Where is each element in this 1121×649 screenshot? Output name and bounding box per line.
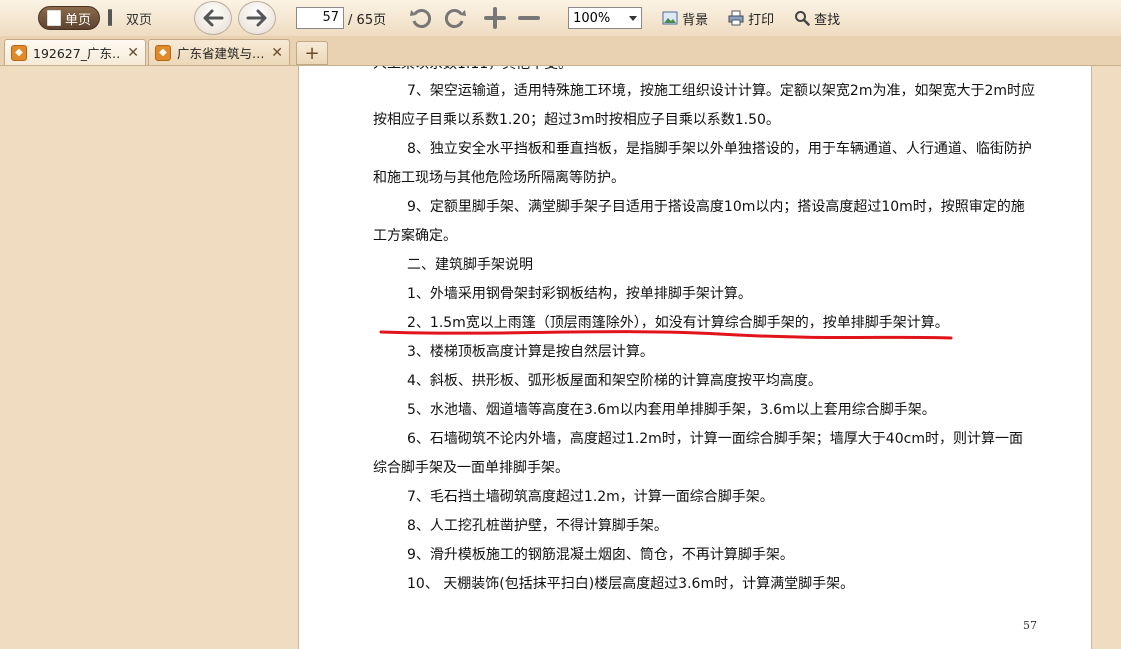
background-label: 背景: [682, 12, 709, 28]
document-icon: ◆: [155, 44, 171, 61]
page-number: 57: [1023, 619, 1037, 632]
minus-icon: [518, 16, 541, 20]
double-page-label: 双页: [126, 12, 153, 28]
find-label: 查找: [814, 12, 841, 28]
double-page-icon: [108, 9, 122, 26]
plus-icon: [484, 7, 507, 29]
zoom-value: 100%: [573, 10, 611, 26]
print-label: 打印: [748, 12, 775, 28]
new-tab-button[interactable]: +: [296, 41, 328, 65]
document-viewport[interactable]: 人工乘以系数1.11，其他不变。 7、架空运输道，适用特殊施工环境，按施工组织设…: [0, 66, 1121, 649]
zoom-select[interactable]: 100%: [568, 7, 643, 29]
double-page-button[interactable]: 双页: [100, 6, 160, 30]
search-icon: [795, 11, 810, 26]
zoom-in-button[interactable]: [480, 3, 510, 33]
page-total: / 65页: [348, 12, 387, 28]
page-number-input[interactable]: 57: [296, 7, 345, 29]
tab-document-2[interactable]: ◆ 广东省建筑与… ✕: [148, 39, 290, 65]
single-page-button[interactable]: 单页: [38, 6, 101, 30]
single-page-label: 单页: [65, 12, 92, 28]
next-page-button[interactable]: [238, 1, 277, 35]
toolbar: 单页 双页 57 / 65页 100% 背景 打印 查找: [0, 0, 1121, 36]
red-annotation-underline: [379, 330, 953, 340]
image-icon: [662, 11, 678, 25]
chevron-down-icon: [629, 15, 638, 21]
printer-icon: [728, 10, 744, 26]
rotate-cw-icon: [445, 9, 467, 28]
close-icon[interactable]: ✕: [271, 45, 283, 61]
print-button[interactable]: 打印: [728, 9, 774, 28]
rotate-left-button[interactable]: [406, 3, 436, 33]
tab-document-1[interactable]: ◆ 192627_广东… ✕: [4, 39, 146, 65]
tab-label: 广东省建筑与…: [177, 46, 265, 61]
document-page: 人工乘以系数1.11，其他不变。 7、架空运输道，适用特殊施工环境，按施工组织设…: [298, 66, 1092, 649]
find-button[interactable]: 查找: [794, 9, 840, 28]
close-icon[interactable]: ✕: [127, 45, 139, 61]
rotate-ccw-icon: [410, 9, 432, 28]
rotate-right-button[interactable]: [440, 3, 470, 33]
zoom-out-button[interactable]: [514, 3, 544, 33]
previous-page-button[interactable]: [194, 1, 233, 35]
arrow-right-icon: [246, 9, 267, 27]
single-page-icon: [47, 10, 61, 26]
plus-icon: +: [304, 42, 320, 64]
background-button[interactable]: 背景: [662, 9, 708, 28]
tab-label: 192627_广东…: [33, 46, 122, 61]
arrow-left-icon: [203, 9, 224, 27]
document-icon: ◆: [11, 44, 27, 61]
tab-bar: ◆ 192627_广东… ✕ ◆ 广东省建筑与… ✕ +: [0, 36, 1121, 66]
